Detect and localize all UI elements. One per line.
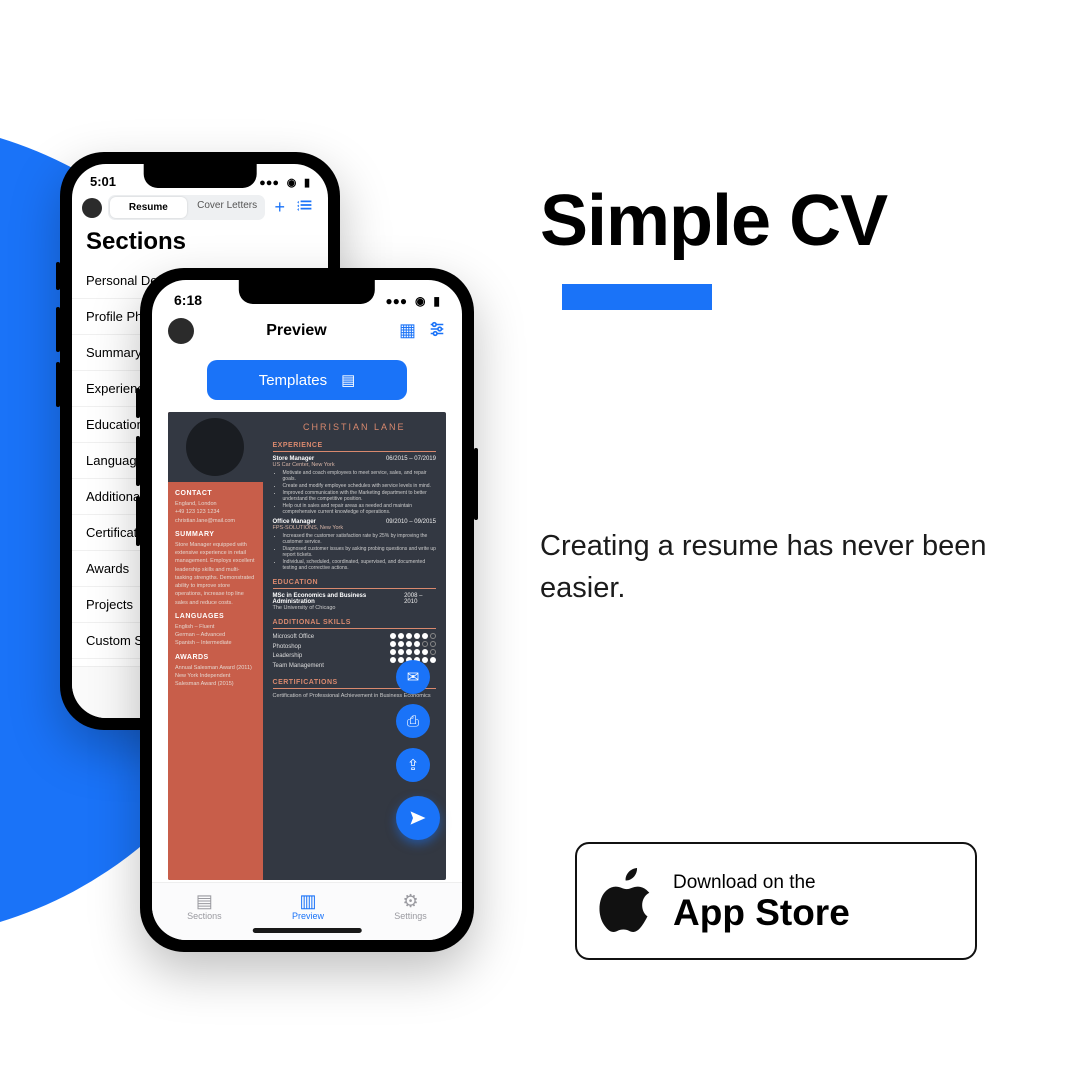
status-time: 6:18	[174, 292, 202, 308]
adjust-icon[interactable]	[428, 320, 446, 343]
headline: Simple CV	[540, 180, 887, 262]
tagline: Creating a resume has never been easier.	[540, 525, 1020, 609]
document-icon[interactable]: ▦	[399, 320, 416, 343]
page-title: Preview	[266, 322, 326, 340]
sort-icon[interactable]	[294, 196, 318, 219]
battery-icon: ▮	[304, 177, 310, 189]
settings-icon: ⚙	[394, 892, 427, 912]
signal-icon: ●●●	[385, 294, 407, 308]
tab-preview[interactable]: ▥Preview	[292, 892, 324, 922]
page-title: Sections	[72, 226, 328, 262]
segment-cover-letters[interactable]: Cover Letters	[189, 195, 266, 220]
wifi-icon: ◉	[287, 177, 297, 189]
share-fab[interactable]: ⇪	[396, 748, 430, 782]
preview-icon: ▥	[292, 892, 324, 912]
accent-underline	[562, 284, 712, 310]
appstore-badge[interactable]: Download on the App Store	[575, 842, 977, 960]
resume-name: CHRISTIAN LANE	[273, 422, 436, 432]
avatar[interactable]	[82, 198, 102, 218]
home-indicator	[253, 928, 362, 933]
signal-icon: ●●●	[259, 177, 279, 189]
tab-settings[interactable]: ⚙Settings	[394, 892, 427, 922]
segment-resume[interactable]: Resume	[110, 197, 187, 218]
battery-icon: ▮	[433, 294, 440, 308]
avatar[interactable]	[168, 318, 194, 344]
phone-preview-mockup: 6:18 ●●● ◉ ▮ Preview ▦ Templates ▤	[140, 268, 474, 952]
email-fab[interactable]: ✉	[396, 660, 430, 694]
wifi-icon: ◉	[415, 294, 425, 308]
status-time: 5:01	[90, 174, 116, 189]
appstore-line1: Download on the	[673, 872, 850, 894]
sections-icon: ▤	[187, 892, 222, 912]
send-fab[interactable]	[396, 796, 440, 840]
segmented-control[interactable]: Resume Cover Letters	[108, 195, 265, 220]
resume-photo	[186, 418, 244, 476]
apple-logo-icon	[599, 868, 655, 934]
template-icon: ▤	[341, 371, 355, 389]
tab-sections[interactable]: ▤Sections	[187, 892, 222, 922]
add-icon[interactable]: +	[271, 197, 288, 218]
templates-button[interactable]: Templates ▤	[207, 360, 407, 400]
appstore-line2: App Store	[673, 894, 850, 931]
print-fab[interactable]: ⎙	[396, 704, 430, 738]
